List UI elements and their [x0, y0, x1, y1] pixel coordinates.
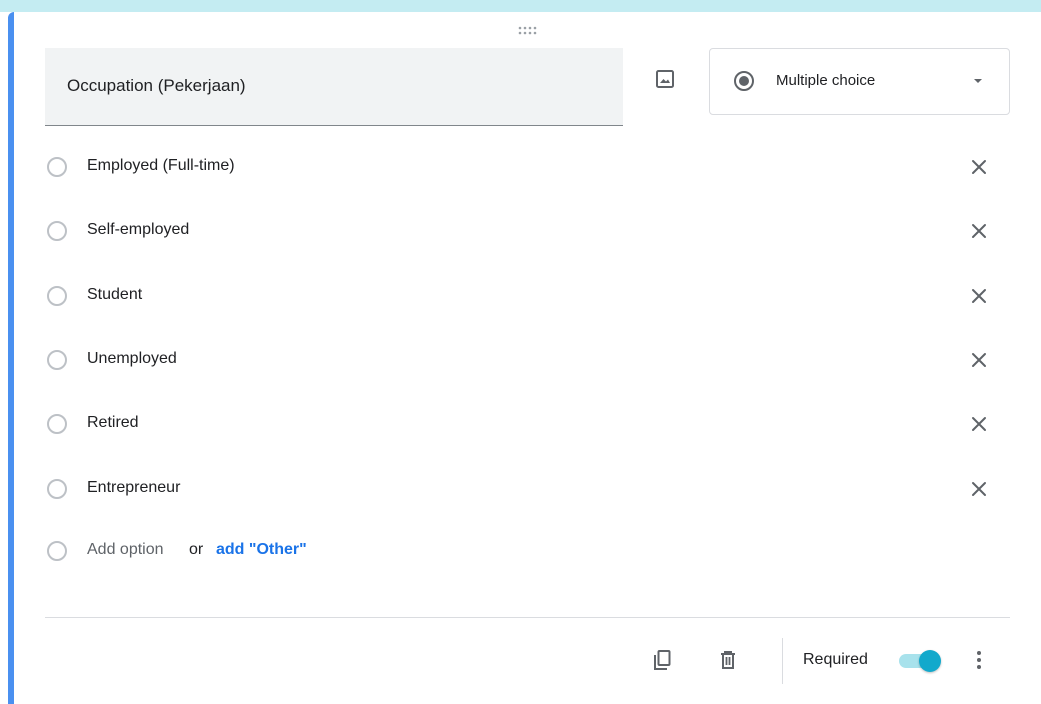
- option-row: Retired: [45, 404, 1010, 444]
- toggle-knob: [919, 650, 941, 672]
- close-icon[interactable]: [967, 219, 991, 243]
- radio-unchecked-icon: [47, 541, 67, 561]
- add-option-input[interactable]: Add option: [87, 541, 164, 559]
- option-label[interactable]: Unemployed: [87, 350, 177, 368]
- radio-unchecked-icon: [47, 414, 67, 434]
- footer-divider: [45, 617, 1010, 618]
- add-option-row: Add option or add "Other": [45, 531, 645, 571]
- option-label[interactable]: Retired: [87, 414, 139, 432]
- option-row: Student: [45, 276, 1010, 316]
- close-icon[interactable]: [967, 348, 991, 372]
- footer-separator: [782, 638, 783, 684]
- page: Occupation (Pekerjaan) Multiple choice E…: [0, 0, 1041, 704]
- option-row: Entrepreneur: [45, 469, 1010, 509]
- option-row: Self-employed: [45, 211, 1010, 251]
- close-icon[interactable]: [967, 477, 991, 501]
- copy-icon[interactable]: [650, 648, 674, 672]
- question-type-label: Multiple choice: [776, 72, 876, 89]
- radio-unchecked-icon: [47, 157, 67, 177]
- radio-button-checked-icon: [732, 69, 756, 93]
- radio-unchecked-icon: [47, 479, 67, 499]
- top-strip: [0, 0, 1041, 12]
- radio-unchecked-icon: [47, 350, 67, 370]
- or-text: or: [189, 541, 204, 558]
- delete-icon[interactable]: [716, 648, 740, 672]
- add-other-button[interactable]: add "Other": [216, 541, 307, 559]
- required-label: Required: [803, 651, 868, 668]
- required-toggle[interactable]: [897, 649, 945, 673]
- question-title-input[interactable]: Occupation (Pekerjaan): [45, 48, 623, 126]
- radio-unchecked-icon: [47, 221, 67, 241]
- option-label[interactable]: Employed (Full-time): [87, 157, 235, 175]
- close-icon[interactable]: [967, 412, 991, 436]
- question-type-dropdown[interactable]: Multiple choice: [709, 48, 1010, 115]
- question-title-text: Occupation (Pekerjaan): [67, 76, 246, 95]
- option-label[interactable]: Self-employed: [87, 221, 189, 239]
- option-label[interactable]: Entrepreneur: [87, 479, 180, 497]
- drag-handle-icon[interactable]: [517, 25, 541, 37]
- caret-down-icon: [972, 77, 984, 85]
- close-icon[interactable]: [967, 155, 991, 179]
- more-vert-icon[interactable]: [967, 648, 991, 672]
- close-icon[interactable]: [967, 284, 991, 308]
- option-label[interactable]: Student: [87, 286, 142, 304]
- image-icon[interactable]: [653, 67, 677, 91]
- radio-unchecked-icon: [47, 286, 67, 306]
- option-row: Unemployed: [45, 340, 1010, 380]
- option-row: Employed (Full-time): [45, 147, 1010, 187]
